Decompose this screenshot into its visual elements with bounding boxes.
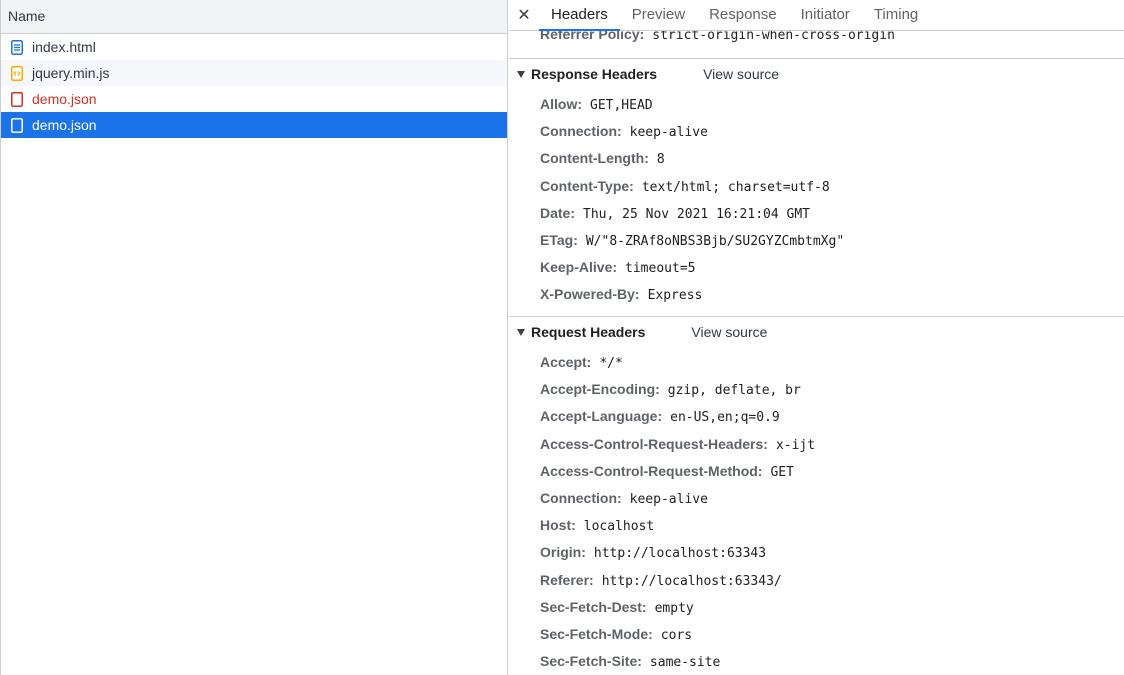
document-icon bbox=[11, 39, 23, 55]
header-value: gzip, deflate, br bbox=[667, 383, 801, 399]
header-value: localhost bbox=[583, 519, 655, 535]
header-key: Accept-Encoding: bbox=[540, 381, 660, 398]
document-outline-icon bbox=[11, 91, 23, 107]
header-value: empty bbox=[654, 600, 694, 616]
header-key: Content-Length: bbox=[540, 150, 649, 167]
header-key: Connection: bbox=[540, 489, 622, 506]
header-key: Accept-Language: bbox=[540, 408, 663, 425]
header-row: Connection: keep-alive bbox=[509, 485, 1124, 512]
response-headers-title-row[interactable]: Response Headers View source bbox=[509, 59, 1124, 89]
header-value: http://localhost:63343 bbox=[593, 546, 767, 562]
header-row: Sec-Fetch-Site: same-site bbox=[509, 648, 1124, 675]
request-row-jquery[interactable]: jquery.min.js bbox=[1, 60, 507, 86]
header-key: Content-Type: bbox=[540, 177, 634, 194]
header-value: 8 bbox=[656, 152, 665, 168]
details-tabbar: ✕ Headers Preview Response Initiator Tim… bbox=[509, 0, 1124, 31]
request-header-rows: Accept: */* Accept-Encoding: gzip, deflate,… bbox=[509, 347, 1124, 675]
request-details-pane: ✕ Headers Preview Response Initiator Tim… bbox=[509, 0, 1124, 675]
header-row: Allow: GET,HEAD bbox=[509, 91, 1124, 118]
request-name: demo.json bbox=[32, 91, 97, 107]
header-row: Keep-Alive: timeout=5 bbox=[509, 254, 1124, 281]
tab-timing[interactable]: Timing bbox=[862, 0, 930, 30]
tab-initiator[interactable]: Initiator bbox=[789, 0, 862, 30]
header-row: ETag: W/"8-ZRAf8oNBS3Bjb/SU2GYZCmbtmXg" bbox=[509, 227, 1124, 254]
section-title: Response Headers bbox=[531, 66, 658, 82]
request-row-index-html[interactable]: index.html bbox=[1, 34, 507, 60]
section-title: Request Headers bbox=[531, 324, 646, 340]
header-value: GET,HEAD bbox=[590, 98, 653, 113]
header-key: Origin: bbox=[540, 544, 586, 561]
header-row: Connection: keep-alive bbox=[509, 118, 1124, 145]
header-row: Accept: */* bbox=[509, 349, 1124, 376]
response-header-rows: Allow: GET,HEAD Connection: keep-alive Conte… bbox=[509, 89, 1124, 309]
header-row: Date: Thu, 25 Nov 2021 16:21:04 GMT bbox=[509, 200, 1124, 227]
script-icon bbox=[11, 65, 23, 81]
header-value: x-ijt bbox=[775, 437, 816, 453]
header-row: Access-Control-Request-Method: GET bbox=[509, 458, 1124, 485]
header-value: en-US,en;q=0.9 bbox=[670, 410, 780, 426]
view-source-link[interactable]: View source bbox=[691, 324, 767, 340]
header-row: X-Powered-By: Express bbox=[509, 281, 1124, 308]
header-row: Sec-Fetch-Mode: cors bbox=[509, 621, 1124, 648]
header-value: keep-alive bbox=[629, 491, 708, 507]
header-key: Referer: bbox=[540, 571, 594, 588]
header-key: Referrer Policy: bbox=[540, 31, 645, 42]
header-value: Express bbox=[647, 288, 703, 304]
tab-preview[interactable]: Preview bbox=[620, 0, 697, 30]
header-value: timeout=5 bbox=[625, 261, 696, 277]
header-value: http://localhost:63343/ bbox=[601, 573, 782, 589]
triangle-down-icon[interactable] bbox=[517, 70, 525, 78]
header-row: Accept-Language: en-US,en;q=0.9 bbox=[509, 403, 1124, 430]
header-key: Host: bbox=[540, 517, 576, 534]
request-name: index.html bbox=[32, 39, 96, 55]
header-row-referrer-policy: Referrer Policy: strict-origin-when-cros… bbox=[509, 31, 895, 48]
header-key: Access-Control-Request-Method: bbox=[540, 462, 763, 479]
header-row: Host: localhost bbox=[509, 512, 1124, 539]
header-row: Sec-Fetch-Dest: empty bbox=[509, 594, 1124, 621]
header-value: same-site bbox=[649, 655, 721, 671]
header-row: Content-Type: text/html; charset=utf-8 bbox=[509, 173, 1124, 200]
tab-response[interactable]: Response bbox=[697, 0, 789, 30]
response-headers-section: Response Headers View source Allow: GET,H… bbox=[509, 58, 1124, 309]
header-row: Origin: http://localhost:63343 bbox=[509, 539, 1124, 566]
header-value: cors bbox=[660, 627, 693, 643]
request-headers-section: Request Headers View source Accept: */* Ac… bbox=[509, 316, 1124, 675]
header-key: Allow: bbox=[540, 96, 582, 112]
request-name: demo.json bbox=[32, 117, 97, 133]
request-headers-title-row[interactable]: Request Headers View source bbox=[509, 317, 1124, 347]
triangle-down-icon[interactable] bbox=[517, 328, 525, 336]
header-value: Thu, 25 Nov 2021 16:21:04 GMT bbox=[583, 206, 810, 222]
header-key: Sec-Fetch-Dest: bbox=[540, 598, 647, 615]
request-row-demo-json-selected[interactable]: demo.json bbox=[1, 112, 507, 138]
header-row: Access-Control-Request-Headers: x-ijt bbox=[509, 431, 1124, 458]
close-icon[interactable]: ✕ bbox=[509, 0, 539, 30]
header-key: Date: bbox=[540, 204, 576, 221]
headers-scroll-area[interactable]: Referrer Policy: strict-origin-when-cros… bbox=[509, 31, 1124, 675]
tab-headers[interactable]: Headers bbox=[539, 0, 620, 31]
header-key: ETag: bbox=[540, 231, 578, 248]
header-value: text/html; charset=utf-8 bbox=[641, 179, 830, 195]
header-key: Keep-Alive: bbox=[540, 259, 618, 276]
request-list-pane: Name index.html jquery.min.js demo.json … bbox=[0, 0, 508, 675]
header-key: Accept: bbox=[540, 354, 592, 370]
header-value: strict-origin-when-cross-origin bbox=[652, 31, 895, 43]
header-value: GET bbox=[770, 464, 794, 480]
document-outline-icon bbox=[11, 117, 23, 133]
header-value: */* bbox=[599, 356, 623, 371]
header-row: Referer: http://localhost:63343/ bbox=[509, 567, 1124, 594]
view-source-link[interactable]: View source bbox=[703, 66, 779, 82]
header-key: X-Powered-By: bbox=[540, 286, 640, 303]
header-value: W/"8-ZRAf8oNBS3Bjb/SU2GYZCmbtmXg" bbox=[585, 233, 845, 249]
header-key: Sec-Fetch-Site: bbox=[540, 653, 642, 670]
header-key: Connection: bbox=[540, 123, 622, 140]
name-column-header[interactable]: Name bbox=[1, 0, 507, 34]
header-key: Sec-Fetch-Mode: bbox=[540, 625, 653, 642]
header-value: keep-alive bbox=[629, 125, 708, 141]
request-row-demo-json-failed[interactable]: demo.json bbox=[1, 86, 507, 112]
header-row: Accept-Encoding: gzip, deflate, br bbox=[509, 376, 1124, 403]
request-name: jquery.min.js bbox=[32, 65, 110, 81]
header-key: Access-Control-Request-Headers: bbox=[540, 435, 768, 452]
header-row: Content-Length: 8 bbox=[509, 145, 1124, 172]
